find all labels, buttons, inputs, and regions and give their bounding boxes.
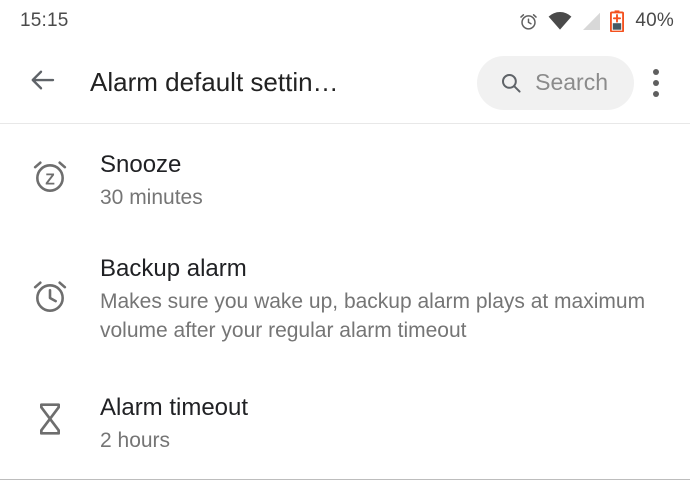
alarm-clock-icon bbox=[518, 11, 539, 32]
list-item-title: Backup alarm bbox=[100, 255, 247, 282]
snooze-alarm-icon: Z bbox=[0, 150, 100, 196]
search-placeholder-label: Search bbox=[535, 69, 608, 95]
status-bar-icons: 40% bbox=[518, 10, 674, 32]
more-options-button[interactable] bbox=[634, 58, 678, 108]
overflow-dot bbox=[653, 90, 659, 97]
list-item-snooze[interactable]: Z Snooze 30 minutes bbox=[0, 124, 690, 236]
list-item-text: Alarm timeout 2 hours bbox=[100, 393, 666, 455]
overflow-dot bbox=[653, 68, 659, 75]
status-bar: 15:15 40% bbox=[0, 0, 690, 42]
settings-list: Z Snooze 30 minutes Backup alarm Makes s… bbox=[0, 124, 690, 479]
battery-percentage-label: 40% bbox=[635, 10, 674, 31]
search-icon bbox=[499, 71, 523, 95]
wifi-icon bbox=[548, 11, 572, 31]
list-item-alarm-timeout[interactable]: Alarm timeout 2 hours bbox=[0, 367, 690, 479]
battery-charging-icon bbox=[610, 10, 625, 32]
list-item-title: Snooze bbox=[100, 151, 182, 178]
app-bar: Alarm default settin… Search bbox=[0, 42, 690, 123]
list-item-subtitle: 30 minutes bbox=[100, 186, 203, 209]
search-button[interactable]: Search bbox=[477, 55, 634, 110]
list-item-text: Backup alarm Makes sure you wake up, bac… bbox=[100, 254, 666, 345]
back-arrow-icon bbox=[28, 65, 58, 100]
list-item-backup-alarm[interactable]: Backup alarm Makes sure you wake up, bac… bbox=[0, 236, 690, 367]
alarm-clock-icon bbox=[0, 254, 100, 316]
status-bar-clock: 15:15 bbox=[20, 10, 69, 31]
page-title: Alarm default settin… bbox=[90, 67, 339, 97]
back-button[interactable] bbox=[22, 62, 64, 104]
list-item-subtitle: Makes sure you wake up, backup alarm pla… bbox=[100, 290, 646, 342]
svg-text:Z: Z bbox=[45, 171, 55, 188]
hourglass-icon bbox=[0, 393, 100, 439]
list-item-title: Alarm timeout bbox=[100, 394, 249, 421]
list-item-subtitle: 2 hours bbox=[100, 429, 171, 452]
cellular-signal-icon bbox=[581, 12, 601, 31]
overflow-dot bbox=[653, 79, 659, 86]
list-bottom-divider bbox=[0, 479, 690, 480]
list-item-text: Snooze 30 minutes bbox=[100, 150, 666, 212]
